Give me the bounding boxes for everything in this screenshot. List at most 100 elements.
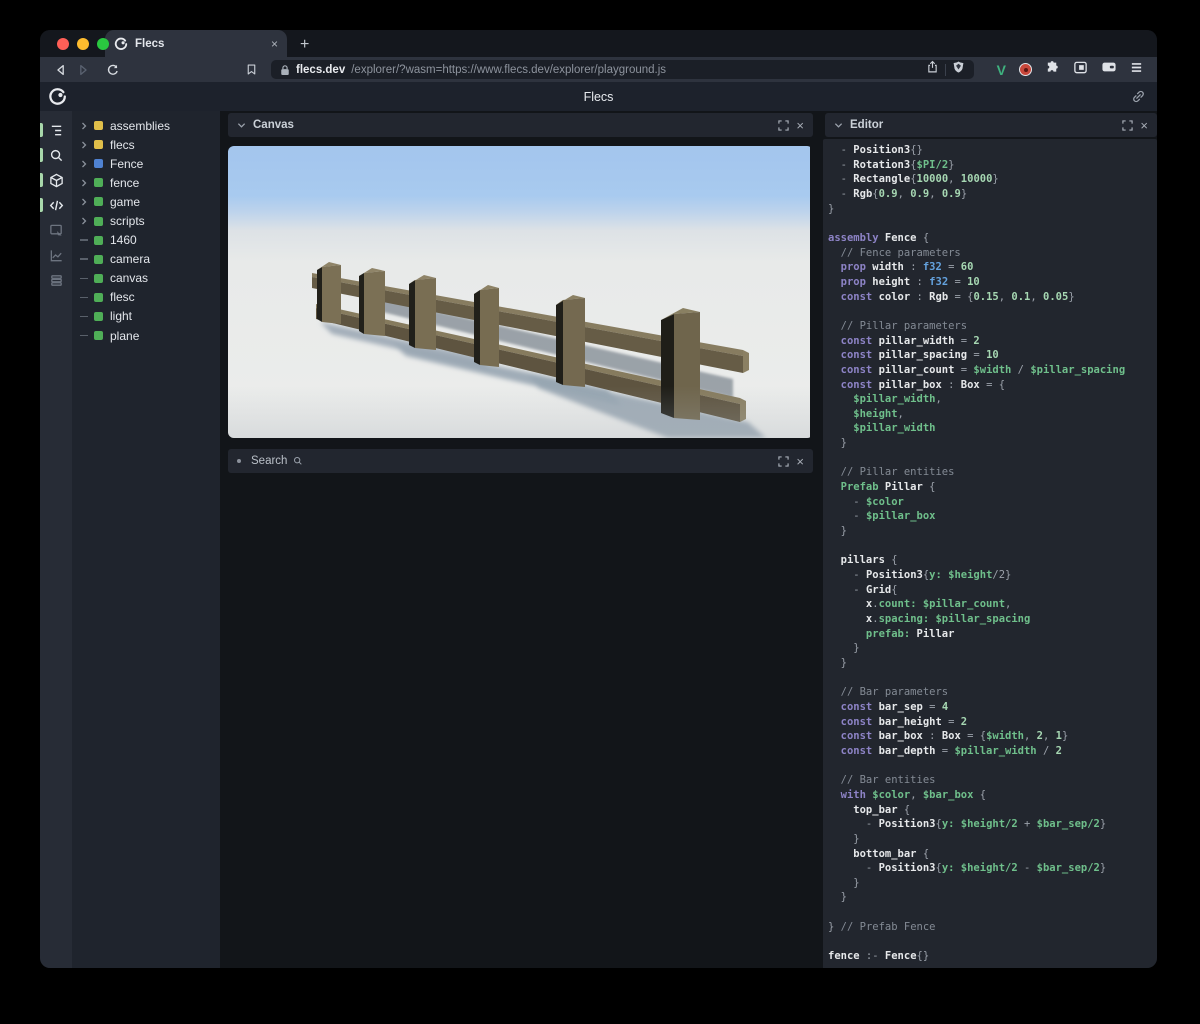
fullscreen-icon[interactable] bbox=[778, 456, 789, 467]
traffic-lights bbox=[57, 38, 109, 50]
vue-devtools-icon[interactable]: V bbox=[997, 62, 1006, 78]
entity-color-swatch bbox=[94, 217, 103, 226]
editor-code: - Position3{} - Rotation3{$PI/2} - Recta… bbox=[823, 139, 1157, 968]
sidebar-toggle-icon[interactable] bbox=[1073, 60, 1088, 80]
tree-item-flesc[interactable]: flesc bbox=[72, 288, 220, 307]
tree-item-assemblies[interactable]: assemblies bbox=[72, 116, 220, 135]
minimize-window-button[interactable] bbox=[77, 38, 89, 50]
fullscreen-icon[interactable] bbox=[778, 120, 789, 131]
entity-color-swatch bbox=[94, 331, 103, 340]
entities-cube-icon[interactable] bbox=[40, 168, 72, 193]
wallet-icon[interactable] bbox=[1101, 60, 1117, 79]
search-icon[interactable] bbox=[40, 143, 72, 168]
caret-right-icon[interactable] bbox=[80, 179, 88, 187]
caret-right-icon[interactable] bbox=[80, 141, 88, 149]
tree-item-label: flesc bbox=[110, 290, 135, 304]
divider bbox=[945, 64, 946, 76]
forward-button[interactable] bbox=[72, 60, 94, 80]
editor-panel-title: Editor bbox=[850, 119, 883, 131]
tree-item-light[interactable]: light bbox=[72, 307, 220, 326]
app-header: Flecs bbox=[40, 82, 1157, 111]
entity-color-swatch bbox=[94, 121, 103, 130]
tree-item-label: light bbox=[110, 309, 132, 323]
tree-item-label: canvas bbox=[110, 271, 148, 285]
tree-item-fence[interactable]: fence bbox=[72, 173, 220, 192]
tree-line bbox=[80, 297, 88, 299]
page-title: Flecs bbox=[40, 90, 1157, 104]
caret-right-icon[interactable] bbox=[80, 198, 88, 206]
tree-item-scripts[interactable]: scripts bbox=[72, 211, 220, 230]
search-panel-header: Search × bbox=[228, 449, 813, 473]
url-domain: flecs.dev bbox=[296, 64, 345, 76]
entity-color-swatch bbox=[94, 178, 103, 187]
url-path: /explorer/?wasm=https://www.flecs.dev/ex… bbox=[351, 64, 919, 76]
tree-line bbox=[80, 335, 88, 337]
back-button[interactable] bbox=[50, 60, 72, 80]
tree-line bbox=[80, 258, 88, 260]
search-panel-title: Search bbox=[251, 455, 287, 467]
tab-title: Flecs bbox=[135, 38, 264, 50]
bookmark-icon[interactable] bbox=[240, 60, 262, 80]
tree-item-label: Fence bbox=[110, 157, 143, 171]
inspector-icon[interactable] bbox=[40, 218, 72, 243]
code-icon[interactable] bbox=[40, 193, 72, 218]
entity-color-swatch bbox=[94, 255, 103, 264]
tree-item-flecs[interactable]: flecs bbox=[72, 135, 220, 154]
tree-item-label: plane bbox=[110, 329, 139, 343]
outliner-icon[interactable] bbox=[40, 118, 72, 143]
share-icon[interactable] bbox=[926, 60, 939, 79]
tree-item-game[interactable]: game bbox=[72, 192, 220, 211]
lock-icon bbox=[280, 64, 290, 76]
zoom-window-button[interactable] bbox=[97, 38, 109, 50]
tool-rail bbox=[40, 111, 72, 968]
search-small-icon bbox=[293, 456, 303, 466]
brave-shield-icon[interactable] bbox=[952, 60, 965, 79]
main-column: Canvas × bbox=[220, 111, 820, 968]
tree-item-camera[interactable]: camera bbox=[72, 250, 220, 269]
tree-item-Fence[interactable]: Fence bbox=[72, 154, 220, 173]
flecs-favicon bbox=[114, 37, 128, 51]
tree-item-1460[interactable]: 1460 bbox=[72, 231, 220, 250]
stats-chart-icon[interactable] bbox=[40, 243, 72, 268]
tree-item-canvas[interactable]: canvas bbox=[72, 269, 220, 288]
tree-item-label: camera bbox=[110, 252, 150, 266]
canvas-panel-header: Canvas × bbox=[228, 113, 813, 137]
close-panel-icon[interactable]: × bbox=[1140, 119, 1148, 132]
editor-column: Editor × - Position3{} - Rotation3{$PI/2… bbox=[820, 111, 1157, 968]
entity-tree: assemblies flecs Fence fence gamescripts1460… bbox=[72, 111, 220, 968]
link-icon[interactable] bbox=[1131, 89, 1146, 109]
browser-window: Flecs × + flecs.dev/explorer/?wasm=https… bbox=[40, 30, 1157, 968]
menu-icon[interactable] bbox=[1130, 61, 1143, 79]
entity-color-swatch bbox=[94, 197, 103, 206]
bullet-icon bbox=[237, 459, 241, 463]
entity-color-swatch bbox=[94, 140, 103, 149]
caret-right-icon[interactable] bbox=[80, 217, 88, 225]
tree-item-plane[interactable]: plane bbox=[72, 326, 220, 345]
caret-right-icon[interactable] bbox=[80, 122, 88, 130]
fullscreen-icon[interactable] bbox=[1122, 120, 1133, 131]
data-stack-icon[interactable] bbox=[40, 268, 72, 293]
tab-close-icon[interactable]: × bbox=[271, 37, 278, 51]
entity-color-swatch bbox=[94, 236, 103, 245]
reload-button[interactable] bbox=[102, 60, 124, 80]
url-bar[interactable]: flecs.dev/explorer/?wasm=https://www.fle… bbox=[271, 60, 974, 79]
tab-flecs[interactable]: Flecs × bbox=[105, 30, 287, 57]
chevron-down-icon[interactable] bbox=[834, 121, 843, 130]
canvas-panel-title: Canvas bbox=[253, 119, 294, 131]
entity-color-swatch bbox=[94, 274, 103, 283]
new-tab-button[interactable]: + bbox=[300, 37, 309, 53]
entity-color-swatch bbox=[94, 312, 103, 321]
chevron-down-icon[interactable] bbox=[237, 121, 246, 130]
extension-badge-icon[interactable] bbox=[1019, 63, 1032, 76]
caret-right-icon[interactable] bbox=[80, 160, 88, 168]
extensions-puzzle-icon[interactable] bbox=[1045, 60, 1060, 80]
close-window-button[interactable] bbox=[57, 38, 69, 50]
close-panel-icon[interactable]: × bbox=[796, 119, 804, 132]
code-editor[interactable]: - Position3{} - Rotation3{$PI/2} - Recta… bbox=[823, 139, 1157, 968]
tree-item-label: fence bbox=[110, 176, 139, 190]
canvas-3d-viewport[interactable] bbox=[228, 146, 813, 438]
close-panel-icon[interactable]: × bbox=[796, 455, 804, 468]
tree-item-label: assemblies bbox=[110, 119, 170, 133]
browser-toolbar: flecs.dev/explorer/?wasm=https://www.fle… bbox=[40, 57, 1157, 82]
tree-line bbox=[80, 239, 88, 241]
